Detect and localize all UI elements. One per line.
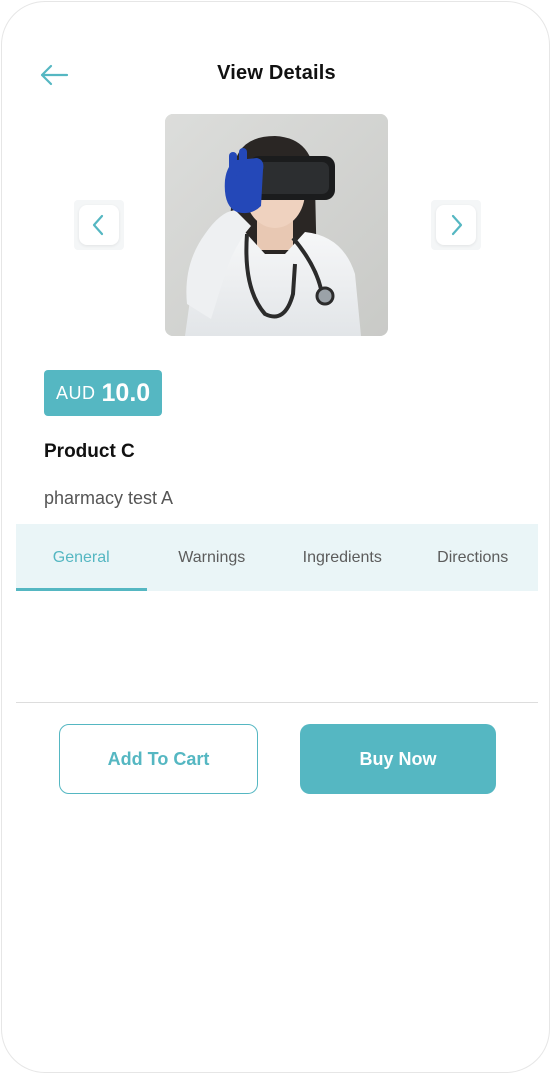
carousel-next-inner xyxy=(436,205,476,245)
price-currency: AUD xyxy=(56,382,96,403)
add-to-cart-button[interactable]: Add To Cart xyxy=(59,724,258,794)
tab-ingredients[interactable]: Ingredients xyxy=(277,524,408,591)
phone-frame: View Details AUD 10.0 Product C pharmacy… xyxy=(1,1,550,1073)
tab-directions[interactable]: Directions xyxy=(408,524,539,591)
carousel-prev-inner xyxy=(79,205,119,245)
price-badge: AUD 10.0 xyxy=(44,370,163,416)
product-image xyxy=(165,114,388,336)
carousel-prev-button[interactable] xyxy=(74,200,124,250)
tab-general[interactable]: General xyxy=(16,524,147,591)
chevron-right-icon xyxy=(451,214,463,236)
doctor-vr-photo xyxy=(165,114,388,336)
page-title: View Details xyxy=(217,62,336,84)
product-image-carousel xyxy=(2,112,549,340)
header: View Details xyxy=(2,2,549,112)
tab-warnings[interactable]: Warnings xyxy=(147,524,278,591)
detail-tabs: General Warnings Ingredients Directions xyxy=(16,524,538,591)
product-description: pharmacy test A xyxy=(44,488,174,508)
product-name: Product C xyxy=(44,441,135,462)
tab-content-panel xyxy=(16,591,538,702)
price-value: 10.0 xyxy=(101,378,151,407)
carousel-next-button[interactable] xyxy=(431,200,481,250)
divider xyxy=(16,702,538,703)
chevron-left-icon xyxy=(92,214,104,236)
buy-now-button[interactable]: Buy Now xyxy=(300,724,496,794)
